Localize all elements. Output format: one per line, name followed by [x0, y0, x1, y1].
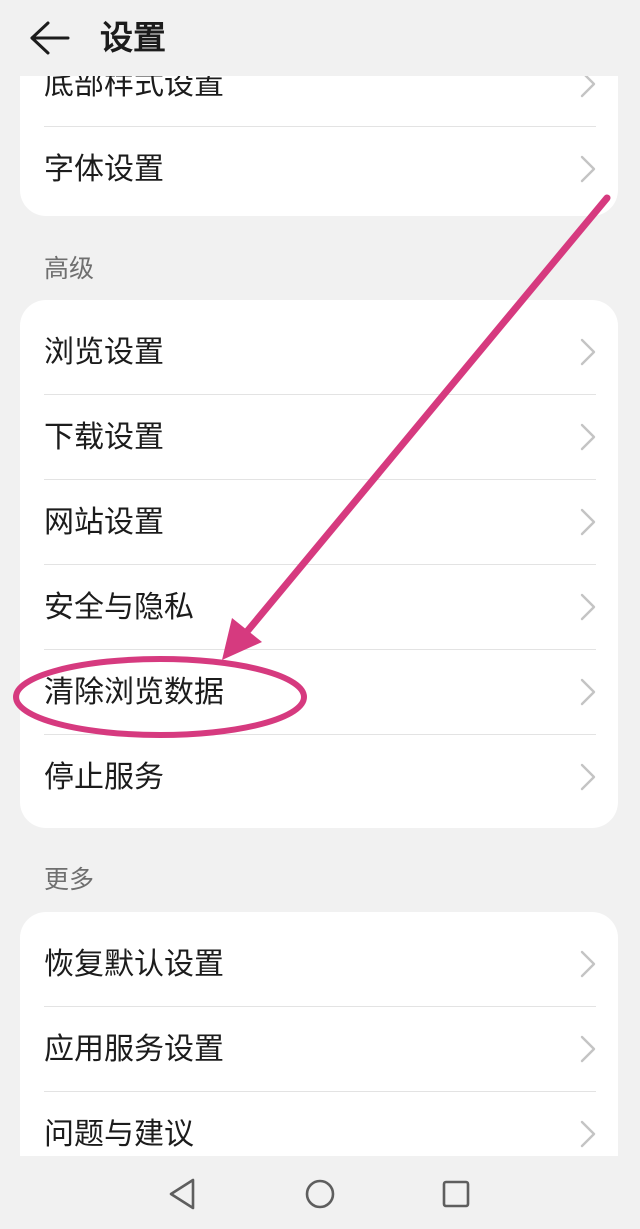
row-app-service-settings[interactable]: 应用服务设置: [20, 1007, 618, 1092]
chevron-right-icon: [580, 338, 596, 366]
row-restore-defaults[interactable]: 恢复默认设置: [20, 922, 618, 1007]
row-site-settings[interactable]: 网站设置: [20, 480, 618, 565]
arrow-left-icon[interactable]: [28, 20, 72, 56]
chevron-right-icon: [580, 1120, 596, 1148]
row-label: 停止服务: [44, 760, 164, 795]
circle-home-icon[interactable]: [300, 1174, 340, 1214]
row-label: 清除浏览数据: [44, 675, 224, 710]
row-label: 字体设置: [44, 152, 164, 187]
row-label: 恢复默认设置: [44, 947, 224, 982]
square-recents-icon[interactable]: [436, 1174, 476, 1214]
chevron-right-icon: [580, 155, 596, 183]
card-advanced: 浏览设置 下载设置 网站设置 安全与隐私 清除浏览数据 停止服务: [20, 300, 618, 828]
row-security-privacy[interactable]: 安全与隐私: [20, 565, 618, 650]
triangle-back-icon[interactable]: [163, 1174, 203, 1214]
row-label: 下载设置: [44, 420, 164, 455]
row-clear-browsing-data[interactable]: 清除浏览数据: [20, 650, 618, 735]
app-header: 设置: [0, 0, 640, 76]
chevron-right-icon: [580, 593, 596, 621]
chevron-right-icon: [580, 508, 596, 536]
section-title-advanced: 高级: [44, 254, 95, 283]
row-label: 安全与隐私: [44, 590, 194, 625]
row-label: 浏览设置: [44, 335, 164, 370]
chevron-right-icon: [580, 423, 596, 451]
row-font-settings[interactable]: 字体设置: [20, 127, 618, 212]
row-label: 应用服务设置: [44, 1032, 224, 1067]
row-download-settings[interactable]: 下载设置: [20, 395, 618, 480]
row-label: 网站设置: [44, 505, 164, 540]
row-browse-settings[interactable]: 浏览设置: [20, 310, 618, 395]
section-title-more: 更多: [44, 865, 95, 894]
chevron-right-icon: [580, 763, 596, 791]
chevron-right-icon: [580, 678, 596, 706]
page-title: 设置: [100, 18, 166, 57]
row-stop-service[interactable]: 停止服务: [20, 735, 618, 820]
chevron-right-icon: [580, 1035, 596, 1063]
system-nav-bar: [0, 1156, 640, 1229]
chevron-right-icon: [580, 950, 596, 978]
